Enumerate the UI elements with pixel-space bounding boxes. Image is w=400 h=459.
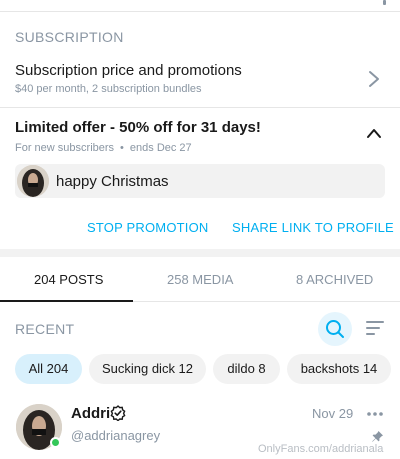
top-strip — [0, 0, 400, 12]
online-status-dot — [50, 437, 61, 448]
chip-category[interactable]: dildo 8 — [213, 354, 280, 384]
offer-message-text: happy Christmas — [56, 173, 169, 190]
sort-icon[interactable] — [366, 320, 384, 336]
offer-ends: ends Dec 27 — [129, 142, 192, 154]
tab-posts[interactable]: 204 POSTS — [34, 272, 103, 287]
search-button[interactable] — [318, 312, 352, 346]
profile-tabs: 204 POSTS 258 MEDIA 8 ARCHIVED — [0, 258, 400, 302]
subscription-price-row[interactable]: Subscription price and promotions $40 pe… — [0, 52, 400, 107]
post-date: Nov 29 — [312, 406, 354, 421]
avatar — [17, 165, 49, 197]
chip-category[interactable]: Sucking dick 12 — [89, 354, 206, 384]
active-tab-indicator — [0, 300, 133, 302]
offer-audience: For new subscribers — [15, 142, 115, 154]
more-options-icon[interactable] — [367, 412, 383, 416]
pin-icon — [372, 431, 383, 442]
stop-promotion-button[interactable]: STOP PROMOTION — [87, 220, 209, 235]
chevron-up-icon[interactable] — [366, 127, 382, 139]
tab-media[interactable]: 258 MEDIA — [167, 272, 233, 287]
recent-label: RECENT — [15, 321, 75, 337]
divider — [0, 107, 400, 108]
scroll-edge-indicator — [383, 0, 386, 5]
subscription-price-subtitle: $40 per month, 2 subscription bundles — [15, 83, 202, 95]
chip-all[interactable]: All 204 — [15, 354, 82, 384]
share-link-button[interactable]: SHARE LINK TO PROFILE — [232, 220, 394, 235]
offer-meta: For new subscribers • ends Dec 27 — [15, 142, 192, 154]
section-gap — [0, 249, 400, 257]
search-icon — [326, 320, 344, 338]
subscription-section-title: SUBSCRIPTION — [15, 29, 124, 45]
offer-title: Limited offer - 50% off for 31 days! — [15, 119, 261, 136]
subscription-price-title: Subscription price and promotions — [15, 62, 242, 79]
post-author-name[interactable]: Addri — [71, 405, 110, 422]
post-author-handle[interactable]: @addrianagrey — [71, 428, 160, 443]
offer-message-box: happy Christmas — [15, 164, 385, 198]
tab-archived[interactable]: 8 ARCHIVED — [296, 272, 373, 287]
watermark: OnlyFans.com/addrianala — [258, 443, 384, 455]
chip-category[interactable]: backshots 14 — [287, 354, 391, 384]
chevron-right-icon — [369, 71, 379, 87]
verified-icon — [110, 405, 126, 421]
offer-separator: • — [120, 142, 124, 154]
